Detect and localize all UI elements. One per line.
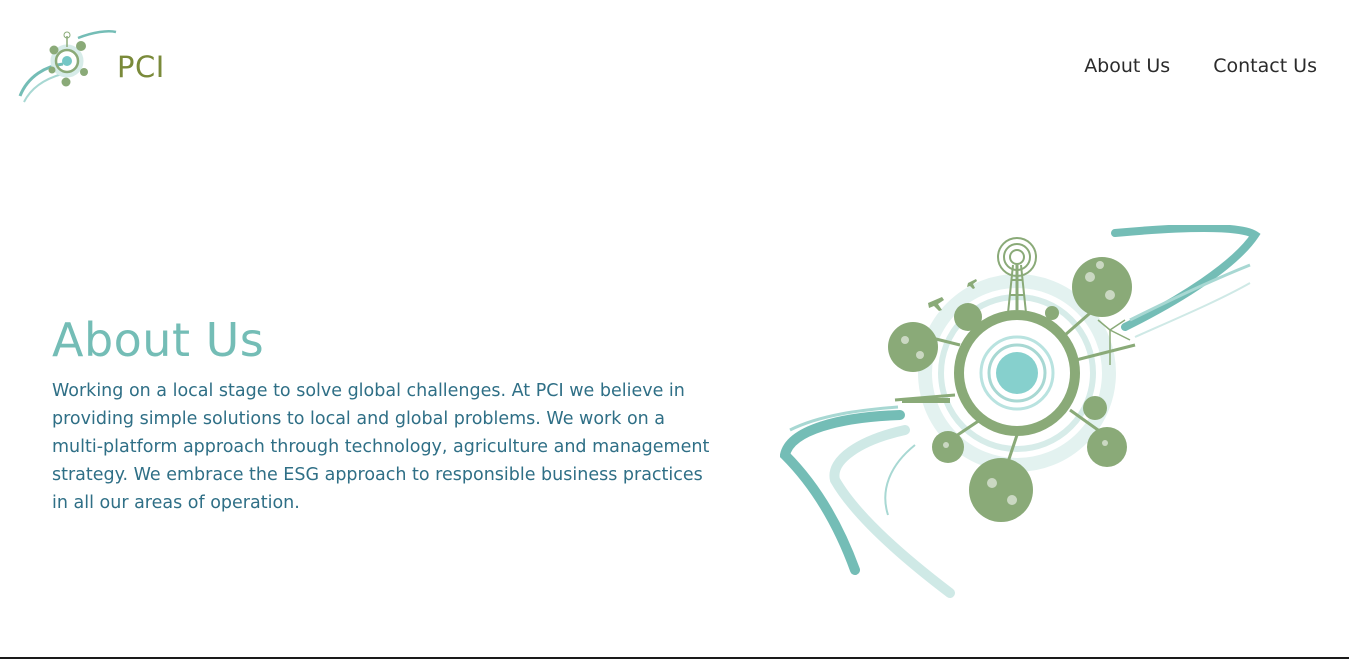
page-title: About Us	[52, 313, 265, 367]
main-nav: About Us Contact Us	[1084, 55, 1317, 77]
about-description: Working on a local stage to solve global…	[52, 381, 710, 513]
nav-about-us[interactable]: About Us	[1084, 55, 1170, 77]
globe-illustration-icon	[780, 225, 1261, 598]
brand-name[interactable]: PCI	[117, 50, 165, 84]
pci-logo-icon[interactable]	[18, 28, 118, 106]
nav-contact-us[interactable]: Contact Us	[1213, 55, 1317, 77]
site-header: PCI About Us Contact Us	[0, 0, 1349, 130]
